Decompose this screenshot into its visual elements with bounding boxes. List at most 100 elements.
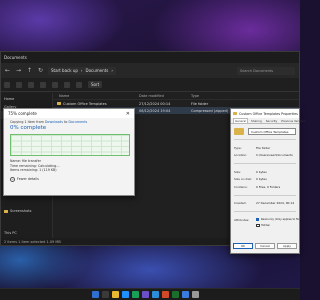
hidden-label: Hidden — [261, 224, 271, 227]
search-icon[interactable] — [102, 291, 109, 298]
file-name: Custom Office Templates — [53, 102, 139, 106]
property-label: Created: — [234, 201, 247, 206]
fewer-details-button[interactable]: ^ Fewer details — [4, 173, 134, 182]
property-value: 0 bytes — [256, 169, 267, 174]
back-arrow-icon[interactable]: ← — [4, 67, 11, 74]
copy-description-mid: to — [64, 120, 68, 124]
breadcrumb-start-back-up[interactable]: Start back up — [51, 68, 78, 73]
sort-button[interactable]: Sort — [88, 81, 103, 88]
divider — [234, 194, 296, 196]
property-created: Created: 27 December 2024, 00:14 — [231, 200, 299, 208]
breadcrumb-documents[interactable]: Documents — [86, 68, 109, 73]
folder-icon — [234, 128, 244, 135]
property-value: C:\Users\user\Documents — [256, 153, 293, 158]
trash-icon — [76, 81, 82, 88]
start-icon[interactable] — [92, 291, 99, 298]
copy-button[interactable] — [28, 81, 34, 88]
plus-icon — [4, 81, 10, 88]
teams-icon[interactable] — [142, 291, 149, 298]
share-icon — [64, 81, 70, 88]
property-value: 0 Files, 0 Folders — [256, 184, 281, 189]
address-bar[interactable]: Start back up › Documents › — [48, 66, 116, 75]
tab-general[interactable]: General — [233, 118, 249, 123]
property-type: Type: File folder — [231, 144, 299, 152]
file-date: 06/12/2024 19:04 — [139, 108, 171, 113]
forward-arrow-icon[interactable]: → — [15, 67, 22, 74]
property-size-on-disk: Size on disk: 0 bytes — [231, 176, 299, 184]
divider — [234, 163, 296, 164]
property-location: Location: C:\Users\user\Documents — [231, 152, 299, 160]
taskbar — [0, 288, 300, 300]
paste-button[interactable] — [40, 81, 46, 88]
property-value: File folder — [256, 145, 271, 150]
nav-item-label: Home — [4, 97, 15, 101]
folder-icon — [233, 112, 237, 115]
transfer-speed-graph — [10, 134, 130, 156]
nav-item-this-pc[interactable]: This PC — [1, 229, 52, 237]
property-size: Size: 0 bytes — [231, 168, 299, 176]
file-date: 27/12/2024 00:14 — [139, 101, 171, 106]
close-icon[interactable]: ✕ — [126, 111, 130, 117]
new-button[interactable] — [4, 81, 10, 88]
property-value: 27 December 2024, 00:14 — [256, 201, 295, 206]
ok-button[interactable]: OK — [233, 243, 253, 249]
store-icon[interactable] — [132, 291, 139, 298]
mail-icon[interactable] — [152, 291, 159, 298]
word-icon[interactable] — [182, 291, 189, 298]
explorer-toolbar: ← → ↑ ↻ Start back up › Documents › Sear… — [1, 63, 299, 78]
rename-button[interactable] — [52, 81, 58, 88]
file-type: File folder — [191, 101, 209, 106]
nav-item-screenshots[interactable]: Screenshots — [1, 207, 52, 215]
apply-button[interactable]: Apply — [277, 243, 297, 249]
rename-icon — [52, 81, 58, 88]
excel-icon[interactable] — [172, 291, 179, 298]
folder-icon — [57, 102, 61, 105]
cancel-button[interactable]: Cancel — [255, 243, 275, 249]
tab-security[interactable]: Security — [265, 118, 279, 123]
column-type[interactable]: Type — [191, 94, 245, 98]
folder-name-field[interactable]: Custom Office Templates — [248, 128, 296, 135]
nav-item-home[interactable]: Home — [1, 95, 52, 103]
checkbox-box — [256, 217, 260, 222]
explorer-titlebar: Documents — [1, 52, 299, 63]
property-label: Size: — [234, 169, 241, 174]
copy-dialog-titlebar: 75% complete ✕ — [4, 109, 134, 118]
properties-dialog: Custom Office Templates Properties Gener… — [230, 108, 306, 254]
refresh-icon[interactable]: ↻ — [37, 67, 44, 74]
settings-icon[interactable] — [192, 291, 199, 298]
explorer-title: Documents — [4, 55, 27, 60]
up-arrow-icon[interactable]: ↑ — [26, 67, 33, 74]
column-name[interactable]: Name — [53, 94, 139, 98]
taskbar-icons — [92, 291, 199, 298]
column-headers: Name Date modified Type — [53, 93, 299, 100]
checkbox-box — [256, 223, 260, 228]
copy-source-link[interactable]: Downloads — [45, 120, 63, 124]
copy-progress-dialog: 75% complete ✕ Copying 1 item from Downl… — [3, 108, 135, 196]
status-text: 2 items 1 item selected 1.09 MB — [4, 239, 61, 244]
share-button[interactable] — [64, 81, 70, 88]
search-box[interactable]: Search Documents — [237, 66, 295, 75]
file-name-text: Custom Office Templates — [63, 101, 107, 106]
property-label: Contains: — [234, 184, 248, 189]
cut-button[interactable] — [16, 81, 22, 88]
property-contains: Contains: 0 Files, 0 Folders — [231, 183, 299, 191]
copy-percent: 0% complete — [10, 125, 47, 131]
tab-previous-versions[interactable]: Previous Versions — [280, 118, 306, 123]
properties-titlebar: Custom Office Templates Properties — [231, 109, 299, 118]
tab-sharing[interactable]: Sharing — [250, 118, 263, 123]
property-label: Location: — [234, 153, 248, 158]
table-row[interactable]: Custom Office Templates 27/12/2024 00:14… — [53, 100, 299, 107]
copy-destination-link[interactable]: Documents — [68, 120, 87, 124]
property-label: Attributes: — [234, 217, 250, 222]
file-explorer-icon[interactable] — [112, 291, 119, 298]
office-icon[interactable] — [162, 291, 169, 298]
fewer-details-label: Fewer details — [17, 177, 39, 182]
copy-icon — [28, 81, 34, 88]
delete-button[interactable] — [76, 81, 82, 88]
divider — [234, 139, 296, 140]
edge-icon[interactable] — [122, 291, 129, 298]
properties-header: Custom Office Templates — [231, 124, 299, 135]
hidden-checkbox[interactable]: Hidden — [256, 223, 299, 229]
copy-dialog-title: 75% complete — [8, 111, 37, 116]
column-date-modified[interactable]: Date modified — [139, 94, 191, 98]
